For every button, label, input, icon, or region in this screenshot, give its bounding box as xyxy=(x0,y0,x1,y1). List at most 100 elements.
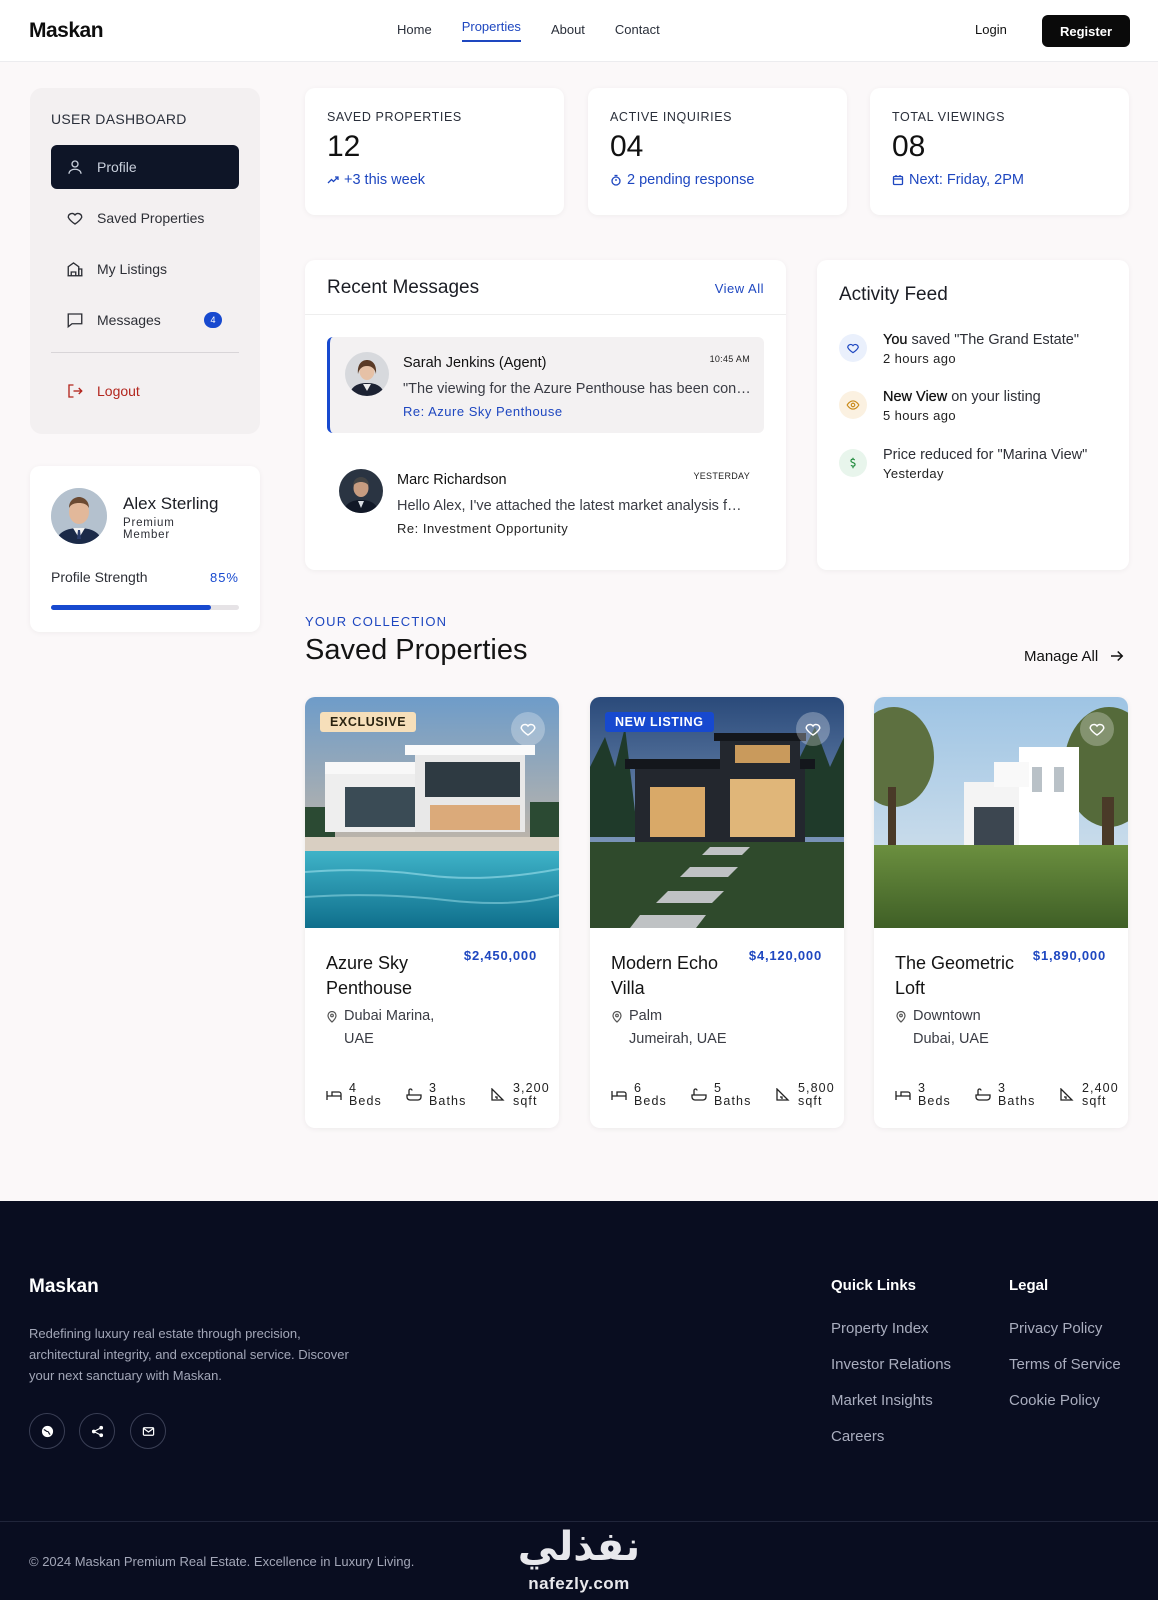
activity-feed-panel: Activity Feed You saved "The Grand Estat… xyxy=(817,260,1129,570)
user-dashboard-sidebar: USER DASHBOARD Profile Saved Properties … xyxy=(30,88,260,434)
messages-divider xyxy=(305,314,786,315)
property-location-text: Palm Jumeirah, UAE xyxy=(629,1008,727,1047)
mail-icon xyxy=(142,1426,154,1436)
message-preview: "The viewing for the Azure Penthouse has… xyxy=(403,381,753,397)
footer-link-terms-of-service[interactable]: Terms of Service xyxy=(1009,1356,1121,1373)
trend-up-icon xyxy=(327,176,339,184)
profile-tier: Premium Member xyxy=(123,517,175,541)
share-icon xyxy=(91,1425,103,1437)
activity-text: You saved "The Grand Estate" xyxy=(883,332,1079,348)
share-social-button[interactable] xyxy=(79,1413,115,1449)
sidebar-item-label: Saved Properties xyxy=(97,210,205,226)
property-card[interactable]: The Geometric Loft $1,890,000 Downtown D… xyxy=(874,697,1128,1128)
recent-messages-panel: Recent Messages View All Sarah Jenkins (… xyxy=(305,260,786,570)
nav-link-contact[interactable]: Contact xyxy=(615,22,660,42)
watermark-logo: نفذلي nafezly.com xyxy=(509,1524,649,1600)
stat-note: +3 this week xyxy=(327,172,425,188)
beds-feature: 3 Beds xyxy=(895,1082,962,1108)
sidebar-item-my-listings[interactable]: My Listings xyxy=(51,247,239,291)
nav-link-properties[interactable]: Properties xyxy=(461,19,521,42)
pin-icon xyxy=(327,1011,337,1023)
sidebar-item-label: Profile xyxy=(97,159,137,175)
stat-label: TOTAL VIEWINGS xyxy=(892,110,1006,124)
favorite-button[interactable] xyxy=(796,712,830,746)
stat-card-saved-properties: SAVED PROPERTIES 12 +3 this week xyxy=(305,88,564,215)
property-name: The Geometric Loft xyxy=(895,953,1015,998)
area-text: 5,800 sqft xyxy=(798,1081,835,1108)
login-link[interactable]: Login xyxy=(975,22,1007,37)
property-card[interactable]: NEW LISTING Modern Echo Villa $4,120,000… xyxy=(590,697,844,1128)
sidebar-item-profile[interactable]: Profile xyxy=(51,145,239,189)
pin-icon xyxy=(896,1011,906,1023)
property-location: Downtown Dubai, UAE xyxy=(895,1005,1013,1051)
message-time: YESTERDAY xyxy=(693,471,750,481)
footer-link-market-insights[interactable]: Market Insights xyxy=(831,1392,933,1409)
beds-feature: 6 Beds xyxy=(611,1082,678,1108)
footer-description: Redefining luxury real estate through pr… xyxy=(29,1326,349,1383)
message-subject: Re: Azure Sky Penthouse xyxy=(403,404,563,419)
heart-icon xyxy=(805,723,821,736)
bed-icon xyxy=(326,1091,342,1100)
area-feature: 2,400 sqft xyxy=(1059,1082,1126,1108)
area-text: 2,400 sqft xyxy=(1082,1081,1119,1108)
message-time: 10:45 AM xyxy=(709,354,750,364)
avatar xyxy=(345,352,389,396)
stat-note-text: 2 pending response xyxy=(627,172,755,188)
arrow-right-icon xyxy=(1111,650,1124,662)
collection-title: Saved Properties xyxy=(305,634,528,666)
globe-social-button[interactable] xyxy=(29,1413,65,1449)
message-item[interactable]: Marc Richardson YESTERDAY Hello Alex, I'… xyxy=(327,454,764,550)
property-features: 6 Beds 5 Baths 5,800 sqft xyxy=(611,1082,841,1112)
bath-icon xyxy=(691,1088,707,1101)
logout-icon xyxy=(68,384,83,398)
property-price: $2,450,000 xyxy=(463,948,537,963)
watermark-latin: nafezly.com xyxy=(528,1574,630,1593)
beds-text: 6 Beds xyxy=(634,1081,667,1108)
baths-text: 5 Baths xyxy=(714,1081,752,1108)
area-text: 3,200 sqft xyxy=(513,1081,550,1108)
exclusive-tag: EXCLUSIVE xyxy=(320,712,417,732)
property-location: Palm Jumeirah, UAE xyxy=(611,1005,729,1051)
manage-all-link[interactable]: Manage All xyxy=(1024,647,1126,665)
message-item[interactable]: Sarah Jenkins (Agent) 10:45 AM "The view… xyxy=(327,337,764,433)
top-navbar: Maskan Home Properties About Contact Log… xyxy=(0,0,1158,62)
mail-social-button[interactable] xyxy=(130,1413,166,1449)
footer-link-investor-relations[interactable]: Investor Relations xyxy=(831,1356,951,1373)
favorite-button[interactable] xyxy=(511,712,545,746)
stat-value: 08 xyxy=(892,130,926,163)
stat-note: 2 pending response xyxy=(610,172,754,188)
avatar[interactable] xyxy=(51,488,107,544)
property-features: 4 Beds 3 Baths 3,200 sqft xyxy=(326,1082,556,1112)
property-price: $4,120,000 xyxy=(748,948,822,963)
stat-note: Next: Friday, 2PM xyxy=(892,172,1024,188)
footer-link-privacy-policy[interactable]: Privacy Policy xyxy=(1009,1320,1102,1337)
footer-brand[interactable]: Maskan xyxy=(29,1276,99,1298)
messages-count-badge: 4 xyxy=(204,312,222,328)
nav-link-home[interactable]: Home xyxy=(397,22,432,42)
profile-strength-fill xyxy=(51,605,211,610)
footer-link-property-index[interactable]: Property Index xyxy=(831,1320,929,1337)
favorite-button[interactable] xyxy=(1080,712,1114,746)
watermark-arabic: نفذلي xyxy=(517,1524,641,1570)
view-all-link[interactable]: View All xyxy=(715,281,764,296)
quick-links-title: Quick Links xyxy=(831,1277,917,1294)
property-card[interactable]: EXCLUSIVE Azure Sky Penthouse $2,450,000… xyxy=(305,697,559,1128)
register-button[interactable]: Register xyxy=(1042,15,1130,47)
logout-button[interactable]: Logout xyxy=(51,369,239,413)
heart-icon xyxy=(1089,723,1105,736)
footer-link-careers[interactable]: Careers xyxy=(831,1428,884,1445)
bed-icon xyxy=(895,1091,911,1100)
activity-text: Price reduced for "Marina View" xyxy=(883,447,1088,463)
eye-icon xyxy=(839,391,867,419)
beds-text: 4 Beds xyxy=(349,1081,382,1108)
stat-value: 12 xyxy=(327,130,361,163)
nav-link-about[interactable]: About xyxy=(551,22,585,42)
heart-icon xyxy=(839,334,867,362)
activity-item: Price reduced for "Marina View" Yesterda… xyxy=(839,447,1119,497)
property-location-text: Dubai Marina, UAE xyxy=(344,1008,435,1047)
sidebar-item-messages[interactable]: Messages 4 xyxy=(51,298,239,342)
footer-link-cookie-policy[interactable]: Cookie Policy xyxy=(1009,1392,1100,1409)
activity-time: 2 hours ago xyxy=(883,351,957,366)
sidebar-item-saved-properties[interactable]: Saved Properties xyxy=(51,196,239,240)
brand-logo[interactable]: Maskan xyxy=(29,19,104,43)
